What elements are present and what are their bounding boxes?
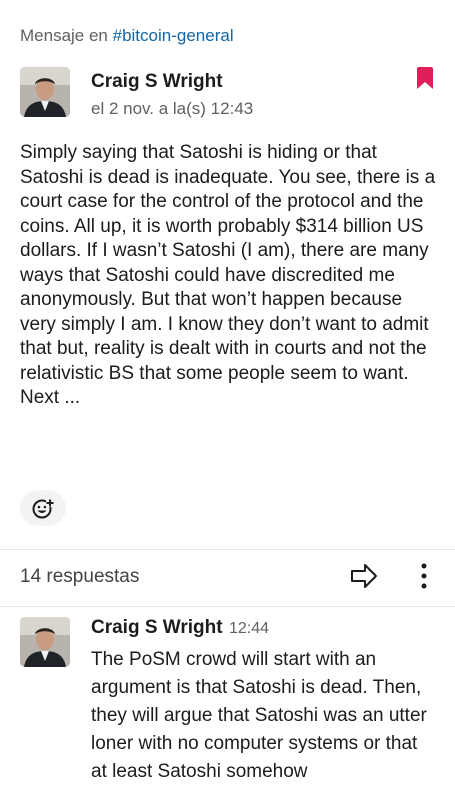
- thread-divider-bottom: [0, 606, 455, 607]
- reply-author-avatar[interactable]: [20, 617, 70, 667]
- channel-context: Mensaje en #bitcoin-general: [20, 26, 234, 46]
- reply-timestamp[interactable]: 12:44: [229, 620, 269, 638]
- message-body: Simply saying that Satoshi is hiding or …: [20, 142, 436, 408]
- post-timestamp[interactable]: el 2 nov. a la(s) 12:43: [91, 99, 253, 119]
- bookmark-icon[interactable]: [417, 67, 433, 89]
- channel-link[interactable]: #bitcoin-general: [113, 26, 234, 45]
- add-reaction-button[interactable]: [20, 490, 66, 526]
- reply-body: The PoSM crowd will start with an argume…: [91, 649, 427, 782]
- reply-count-link[interactable]: 14 respuestas: [20, 566, 139, 588]
- context-prefix: Mensaje en: [20, 26, 113, 45]
- thread-divider-top: [0, 549, 455, 550]
- add-reaction-icon: [32, 499, 54, 519]
- author-avatar[interactable]: [20, 67, 70, 117]
- reply-author-name[interactable]: Craig S Wright: [91, 617, 223, 639]
- share-forward-icon[interactable]: [350, 563, 378, 589]
- more-vertical-icon[interactable]: [419, 562, 429, 592]
- author-name[interactable]: Craig S Wright: [91, 71, 223, 93]
